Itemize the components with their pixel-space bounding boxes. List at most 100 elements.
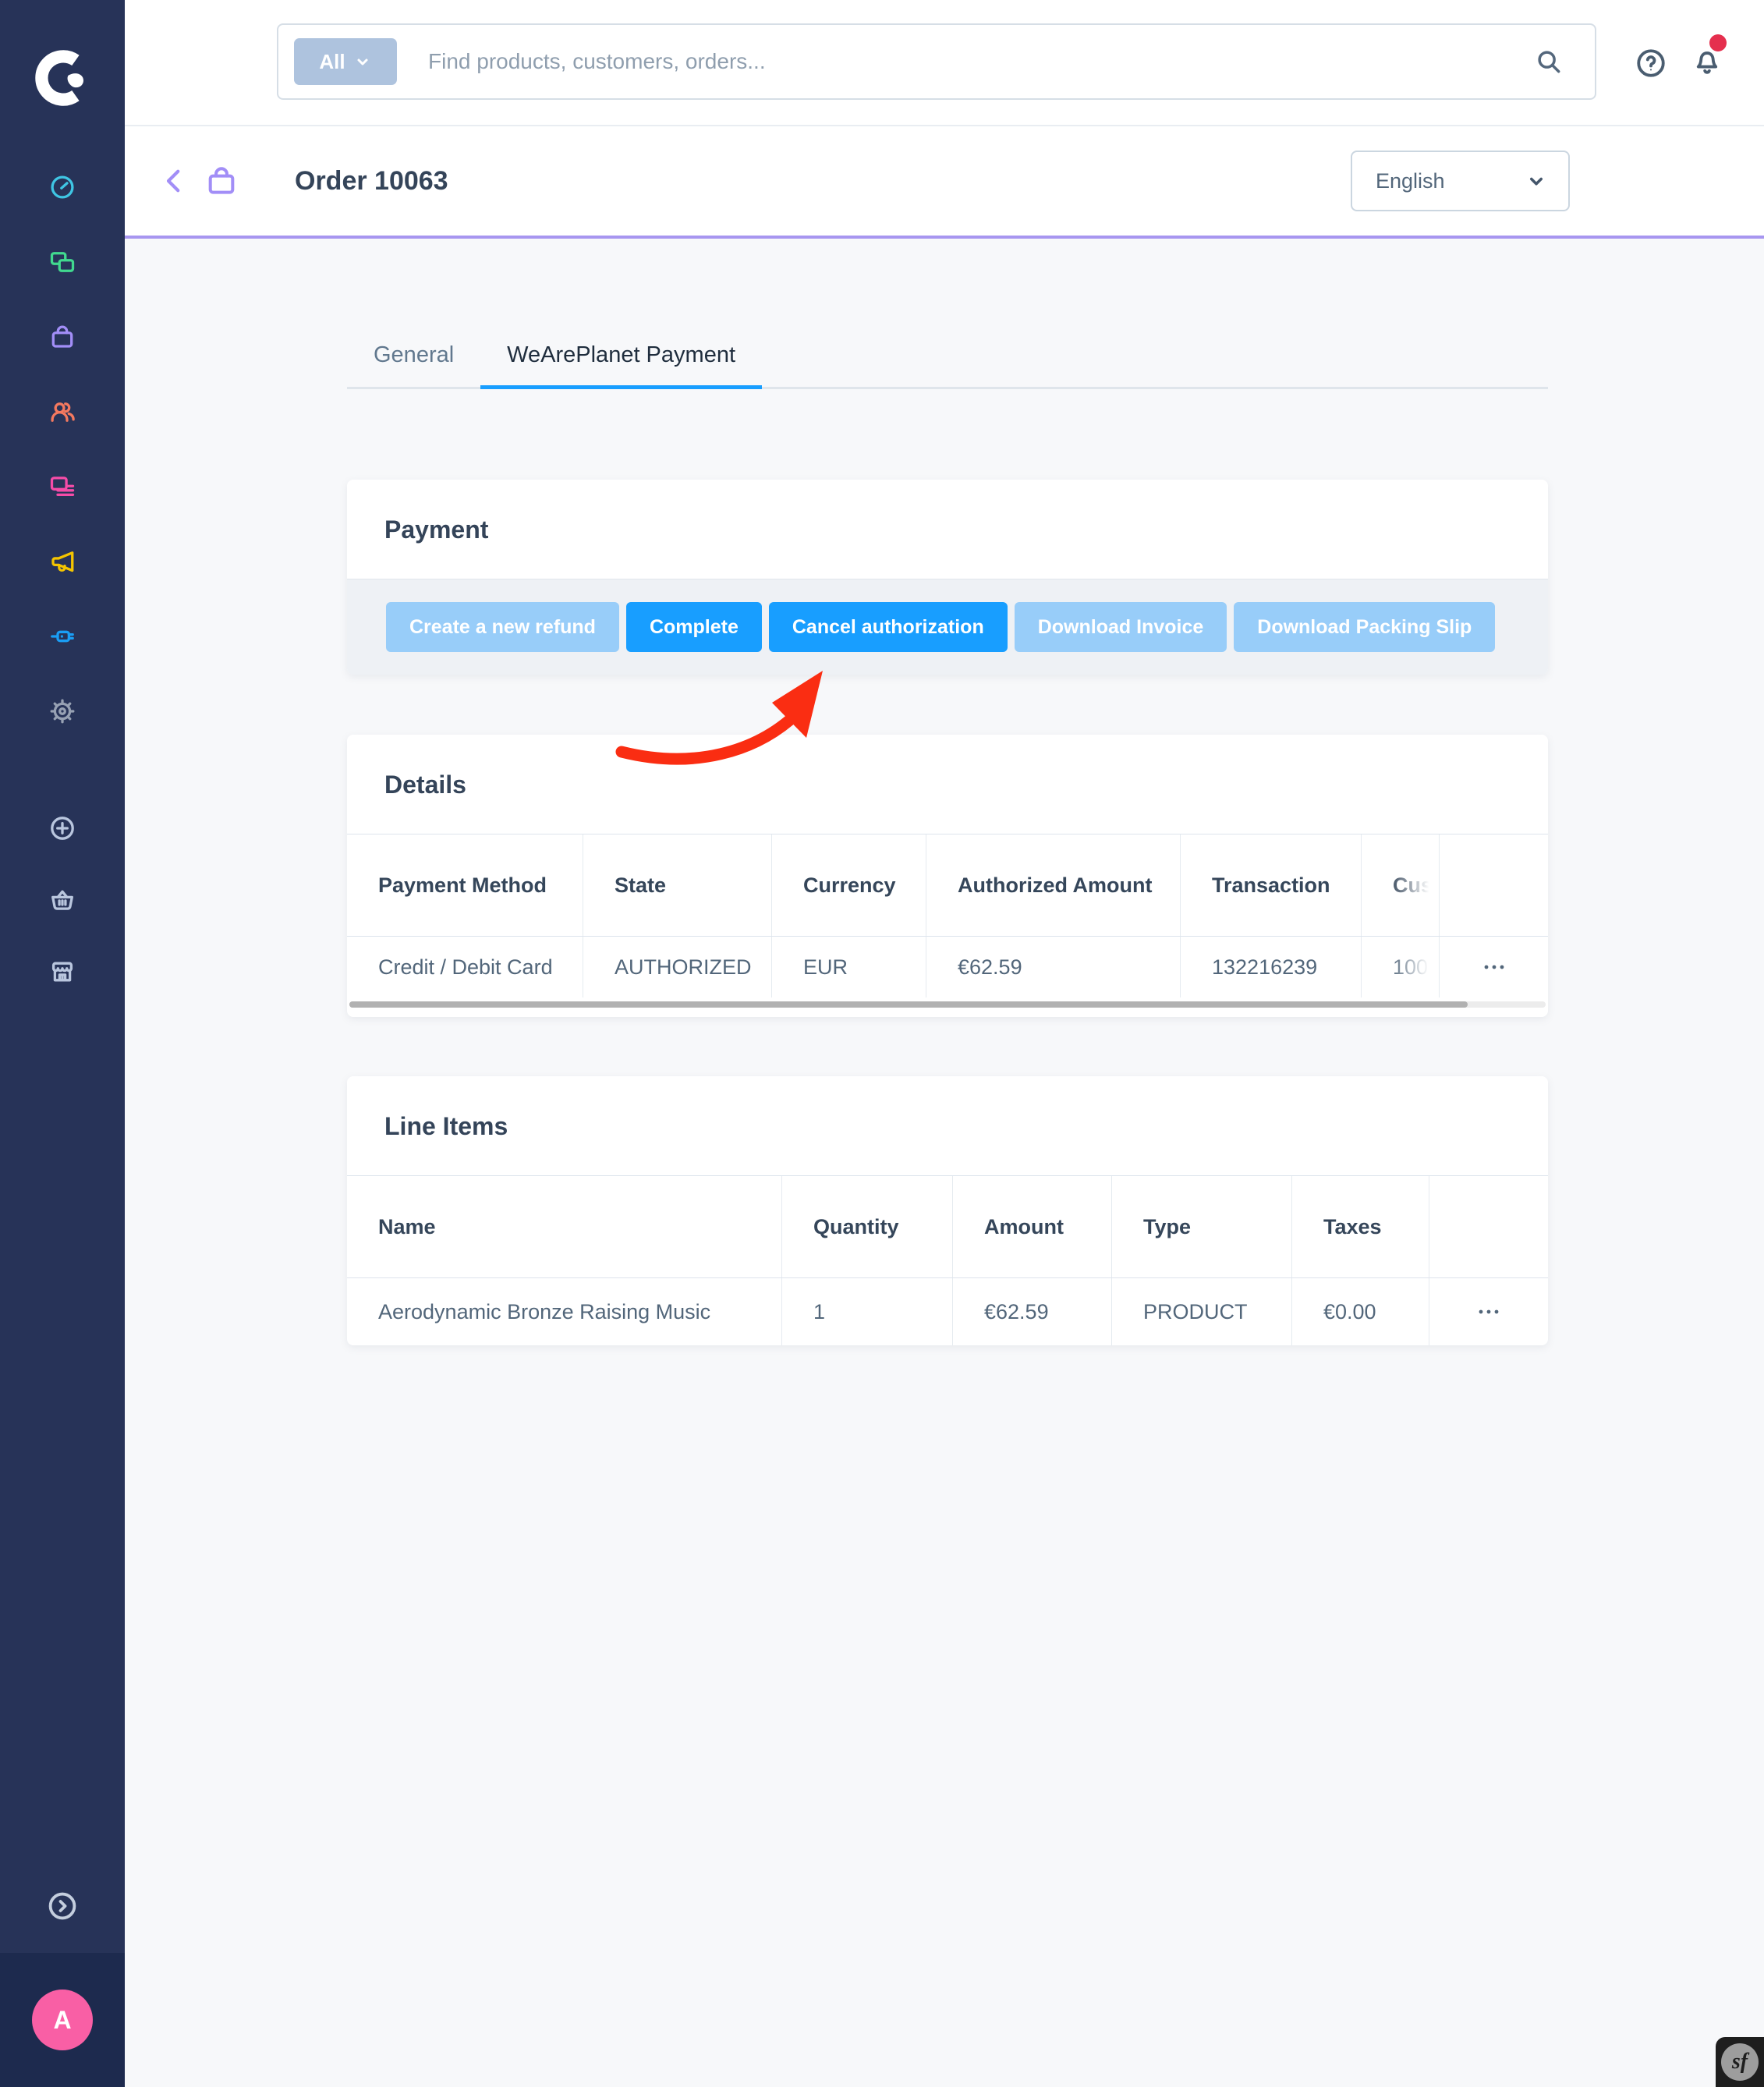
notification-badge — [1709, 34, 1727, 51]
state-cell: AUTHORIZED — [583, 937, 772, 997]
help-icon[interactable] — [1635, 47, 1667, 80]
chevron-right-circle-icon — [46, 1890, 79, 1922]
sidebar-secondary-nav — [0, 792, 125, 1008]
payment-actions: Create a new refund Complete Cancel auth… — [347, 579, 1548, 675]
column-header: Authorized Amount — [926, 834, 1181, 936]
content-area: General WeArePlanet Payment Payment Crea… — [125, 242, 1764, 2087]
storefront-icon — [48, 958, 76, 986]
sidebar-item-basket[interactable] — [0, 864, 125, 936]
item-name-cell: Aerodynamic Bronze Raising Music — [347, 1278, 782, 1345]
transaction-cell: 132216239 — [1181, 937, 1362, 997]
ellipsis-icon — [1478, 1309, 1500, 1315]
sidebar-collapse-button[interactable] — [0, 1890, 125, 1922]
sidebar-item-extensions[interactable] — [0, 599, 125, 674]
sidebar-user-area: A — [0, 1953, 125, 2087]
search-scope-dropdown[interactable]: All — [294, 38, 397, 85]
details-card: Details Payment Method State Currency Au… — [347, 735, 1548, 1017]
sidebar-item-settings[interactable] — [0, 674, 125, 749]
authorized-amount-cell: €62.59 — [926, 937, 1181, 997]
column-header: Taxes — [1292, 1176, 1429, 1277]
taxes-cell: €0.00 — [1292, 1278, 1429, 1345]
settings-gear-icon — [48, 697, 76, 725]
sidebar-item-add[interactable] — [0, 792, 125, 864]
column-header: Type — [1112, 1176, 1292, 1277]
sidebar-item-dashboard[interactable] — [0, 150, 125, 225]
create-refund-button[interactable]: Create a new refund — [386, 602, 619, 652]
catalogues-icon — [48, 248, 76, 276]
details-table-header: Payment Method State Currency Authorized… — [347, 834, 1548, 936]
column-header-truncated: Cus — [1362, 834, 1440, 936]
sidebar: A — [0, 0, 125, 2087]
amount-cell: €62.59 — [953, 1278, 1112, 1345]
sidebar-item-storefront[interactable] — [0, 936, 125, 1008]
quantity-cell: 1 — [782, 1278, 953, 1345]
details-card-title: Details — [347, 735, 1548, 834]
customer-cell-truncated: 1000 — [1362, 937, 1440, 997]
sidebar-item-customers[interactable] — [0, 374, 125, 449]
table-row: Aerodynamic Bronze Raising Music 1 €62.5… — [347, 1277, 1548, 1345]
line-items-table-header: Name Quantity Amount Type Taxes — [347, 1175, 1548, 1277]
type-cell: PRODUCT — [1112, 1278, 1292, 1345]
global-search: All — [277, 23, 1596, 100]
search-scope-label: All — [319, 50, 345, 74]
back-icon[interactable] — [158, 165, 190, 197]
symfony-profiler-toggle[interactable]: sf — [1716, 2037, 1764, 2087]
download-packing-slip-button[interactable]: Download Packing Slip — [1234, 602, 1495, 652]
column-header-actions — [1429, 1176, 1548, 1277]
basket-icon — [48, 886, 76, 914]
notification-bell-icon[interactable] — [1691, 47, 1723, 80]
topbar: All — [125, 0, 1764, 126]
cancel-authorization-button[interactable]: Cancel authorization — [769, 602, 1008, 652]
column-header: Quantity — [782, 1176, 953, 1277]
page-title: Order 10063 — [295, 166, 448, 197]
sidebar-item-catalogues[interactable] — [0, 225, 125, 299]
ellipsis-icon — [1483, 964, 1505, 970]
column-header: Transaction — [1181, 834, 1362, 936]
avatar-initial: A — [53, 2006, 71, 2035]
avatar[interactable]: A — [32, 1990, 93, 2050]
row-context-menu-button[interactable] — [1440, 937, 1548, 997]
orders-icon — [48, 323, 76, 351]
language-select-value: English — [1376, 169, 1445, 193]
column-header: Amount — [953, 1176, 1112, 1277]
line-items-card: Line Items Name Quantity Amount Type Tax… — [347, 1076, 1548, 1345]
add-circle-icon — [48, 814, 76, 842]
currency-cell: EUR — [772, 937, 926, 997]
chevron-down-icon — [353, 52, 372, 71]
sidebar-item-marketing[interactable] — [0, 524, 125, 599]
order-tabs: General WeArePlanet Payment — [347, 312, 1548, 389]
download-invoice-button[interactable]: Download Invoice — [1015, 602, 1227, 652]
scrollbar-thumb[interactable] — [349, 1001, 1468, 1008]
dashboard-icon — [48, 173, 76, 201]
column-header: State — [583, 834, 772, 936]
symfony-label: sf — [1732, 2050, 1748, 2075]
payment-card-title: Payment — [347, 480, 1548, 579]
tab-general[interactable]: General — [347, 312, 480, 387]
chevron-down-icon — [1525, 169, 1548, 193]
sidebar-nav — [0, 150, 125, 749]
column-header-actions — [1440, 834, 1548, 936]
complete-button[interactable]: Complete — [626, 602, 762, 652]
language-select[interactable]: English — [1351, 151, 1570, 211]
line-items-card-title: Line Items — [347, 1076, 1548, 1175]
marketing-icon — [48, 547, 76, 576]
column-header: Currency — [772, 834, 926, 936]
payment-method-cell: Credit / Debit Card — [347, 937, 583, 997]
search-input[interactable] — [397, 49, 1534, 74]
horizontal-scrollbar — [349, 1001, 1546, 1008]
search-icon — [1534, 47, 1564, 76]
sidebar-item-content[interactable] — [0, 449, 125, 524]
customers-icon — [48, 398, 76, 426]
smartbar: Order 10063 English — [125, 126, 1764, 239]
extensions-icon — [48, 622, 76, 650]
table-row: Credit / Debit Card AUTHORIZED EUR €62.5… — [347, 936, 1548, 997]
tab-wearplanet-payment[interactable]: WeArePlanet Payment — [480, 312, 762, 387]
shopware-logo[interactable] — [33, 45, 94, 111]
column-header: Payment Method — [347, 834, 583, 936]
symfony-icon: sf — [1721, 2043, 1759, 2081]
payment-card: Payment Create a new refund Complete Can… — [347, 480, 1548, 675]
row-context-menu-button[interactable] — [1429, 1278, 1548, 1345]
sidebar-item-orders[interactable] — [0, 299, 125, 374]
order-bag-icon — [204, 164, 239, 198]
content-icon — [48, 473, 76, 501]
